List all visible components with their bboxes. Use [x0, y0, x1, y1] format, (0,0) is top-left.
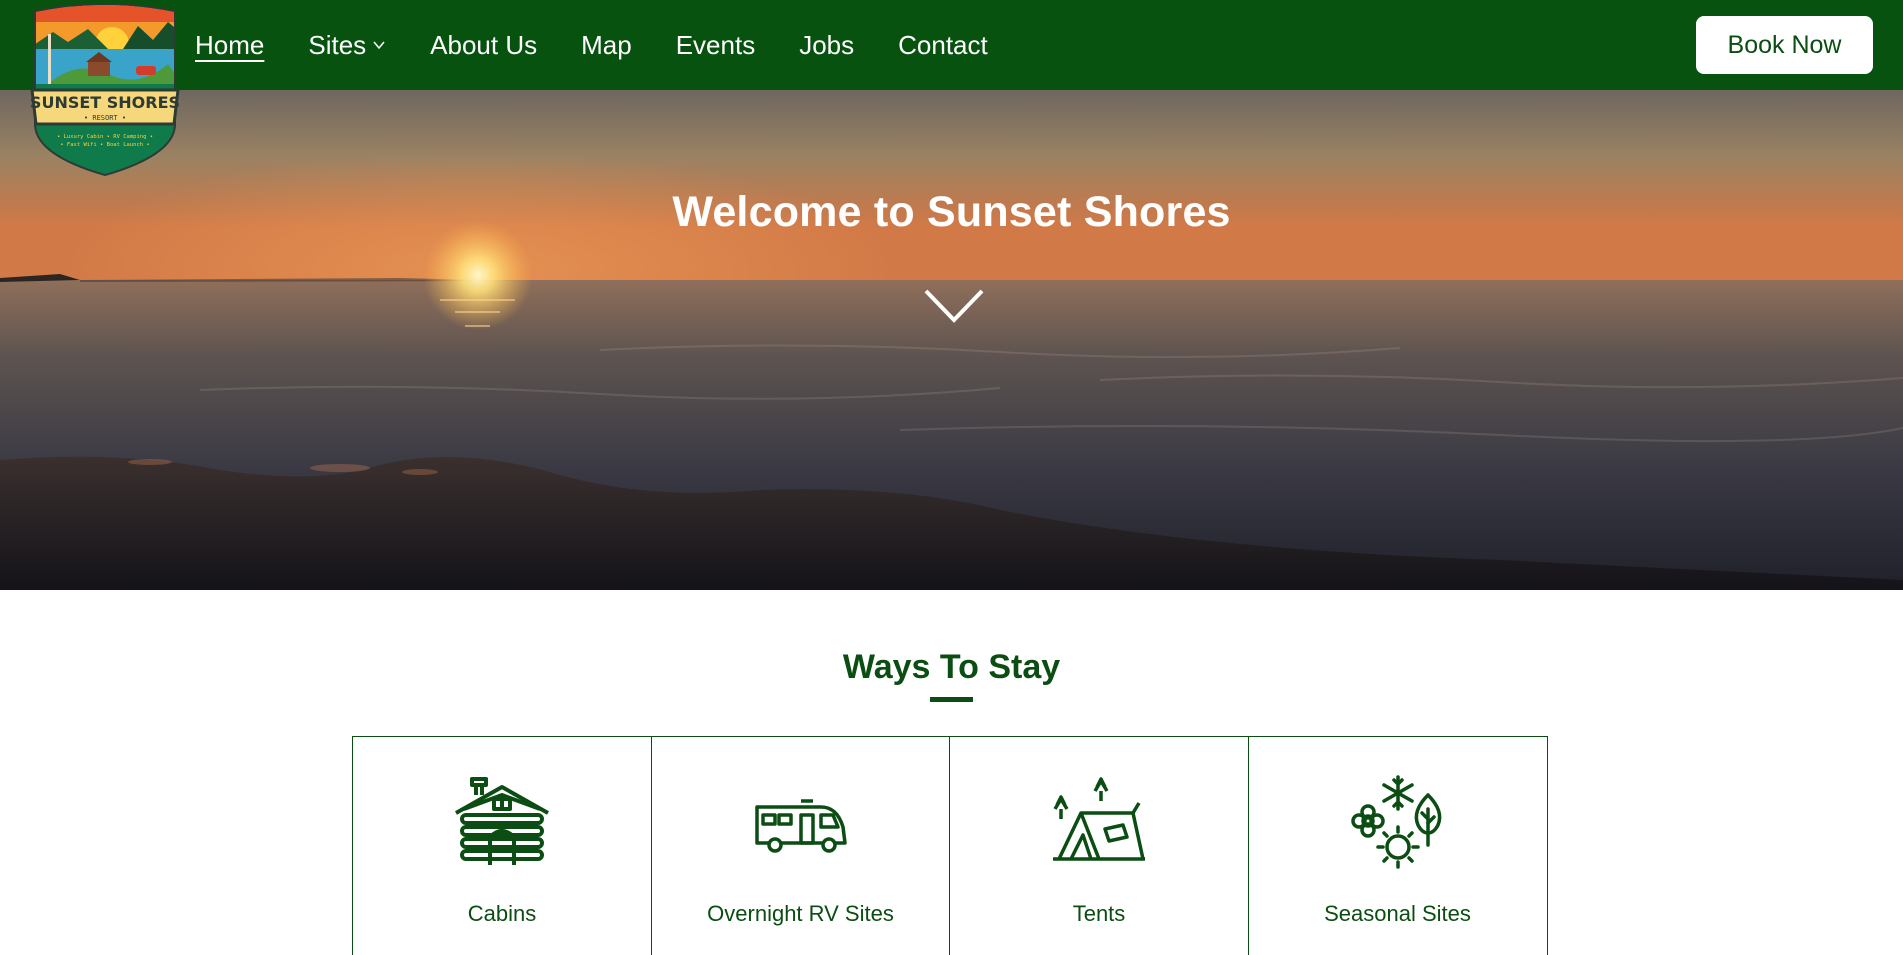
- nav-item-about-us[interactable]: About Us: [430, 30, 537, 61]
- stay-options: Cabins Overnight RV Sites Tents Seasonal…: [352, 736, 1548, 955]
- svg-text:• RESORT •: • RESORT •: [84, 114, 126, 122]
- tent-icon: [1053, 777, 1145, 861]
- nav-item-map[interactable]: Map: [581, 30, 632, 61]
- stay-card-label: Overnight RV Sites: [707, 901, 894, 926]
- nav-item-events[interactable]: Events: [676, 30, 756, 61]
- rv-icon: [754, 799, 847, 853]
- nav-item-label: Events: [675, 29, 756, 60]
- logo-title-text: SUNSET SHORES: [30, 93, 180, 112]
- stay-card-label: Seasonal Sites: [1324, 901, 1471, 926]
- seasons-icon: [1350, 775, 1441, 869]
- nav-item-home[interactable]: Home: [195, 30, 264, 61]
- nav-item-sites[interactable]: Sites: [308, 30, 386, 61]
- nav-item-label: Jobs: [799, 29, 855, 60]
- section-divider: [930, 697, 973, 702]
- svg-text:• Luxury Cabin • RV Camping •: • Luxury Cabin • RV Camping •: [57, 134, 153, 140]
- main-menu: Home Sites About Us Map Events Jobs Cont…: [195, 0, 1032, 90]
- nav-item-jobs[interactable]: Jobs: [799, 30, 854, 61]
- chevron-down-icon: [373, 41, 385, 50]
- book-now-button[interactable]: Book Now: [1696, 16, 1873, 74]
- nav-item-label: Map: [581, 29, 632, 60]
- stay-card-label: Tents: [1072, 901, 1126, 926]
- chevron-down-icon[interactable]: [924, 288, 984, 324]
- stay-card-rv[interactable]: Overnight RV Sites: [650, 736, 951, 955]
- section-title: Ways To Stay: [842, 648, 1061, 686]
- nav-item-label: Home: [195, 29, 265, 60]
- sunset-lake-photo: [0, 90, 1903, 590]
- top-navigation: Home Sites About Us Map Events Jobs Cont…: [0, 0, 1903, 90]
- stay-card-tents[interactable]: Tents: [949, 736, 1249, 955]
- nav-item-label: Sites: [308, 29, 367, 60]
- log-cabin-icon: [455, 777, 549, 865]
- svg-text:• Fast Wifi • Boat Launch •: • Fast Wifi • Boat Launch •: [60, 142, 149, 148]
- nav-item-label: About Us: [430, 29, 538, 60]
- stay-card-cabins[interactable]: Cabins: [352, 736, 652, 955]
- sunset-shores-logo[interactable]: SUNSET SHORES • RESORT • • Luxury Cabin …: [28, 4, 182, 176]
- stay-card-seasonal[interactable]: Seasonal Sites: [1247, 736, 1548, 955]
- nav-item-contact[interactable]: Contact: [898, 30, 988, 61]
- hero-title: Welcome to Sunset Shores: [672, 188, 1231, 236]
- nav-item-label: Contact: [898, 29, 988, 60]
- hero-banner: Welcome to Sunset Shores: [0, 90, 1903, 590]
- stay-card-label: Cabins: [467, 901, 537, 926]
